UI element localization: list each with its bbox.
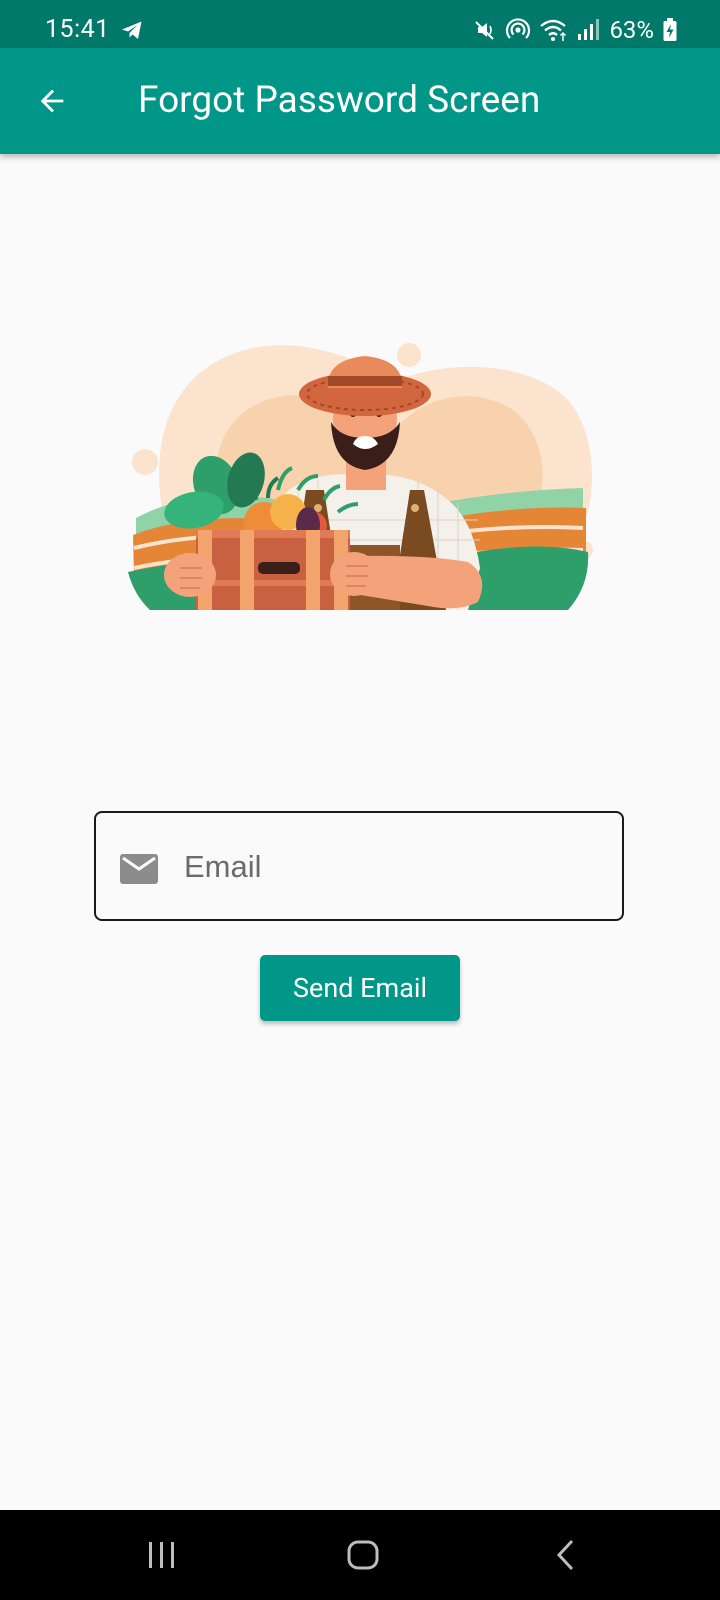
- arrow-back-icon: [40, 89, 64, 113]
- mute-icon: [475, 21, 495, 40]
- email-input[interactable]: [184, 839, 604, 895]
- app-bar: Forgot Password Screen: [0, 48, 720, 154]
- farmer-illustration: [128, 343, 593, 610]
- chevron-left-icon: [556, 1539, 574, 1571]
- system-back-button[interactable]: [535, 1532, 595, 1578]
- hotspot-icon: [506, 18, 531, 39]
- battery-percent: 63%: [609, 16, 654, 44]
- recents-button[interactable]: [132, 1532, 192, 1578]
- recents-icon: [149, 1542, 174, 1568]
- status-icons: 63%: [473, 13, 678, 47]
- home-icon: [347, 1540, 379, 1570]
- navigation-bar: [0, 1510, 720, 1600]
- battery-charging-icon: [663, 18, 677, 41]
- mail-icon: [120, 854, 158, 884]
- home-button[interactable]: [333, 1532, 393, 1578]
- wifi-icon: [540, 19, 567, 41]
- signal-icon: [578, 19, 600, 40]
- send-email-button[interactable]: Send Email: [260, 955, 460, 1021]
- status-time: 15:41: [45, 15, 110, 44]
- page-title: Forgot Password Screen: [138, 79, 541, 122]
- email-field[interactable]: [94, 811, 624, 921]
- telegram-icon: [122, 21, 142, 39]
- back-button[interactable]: [24, 73, 80, 129]
- status-bar: 15:41 63%: [0, 0, 720, 48]
